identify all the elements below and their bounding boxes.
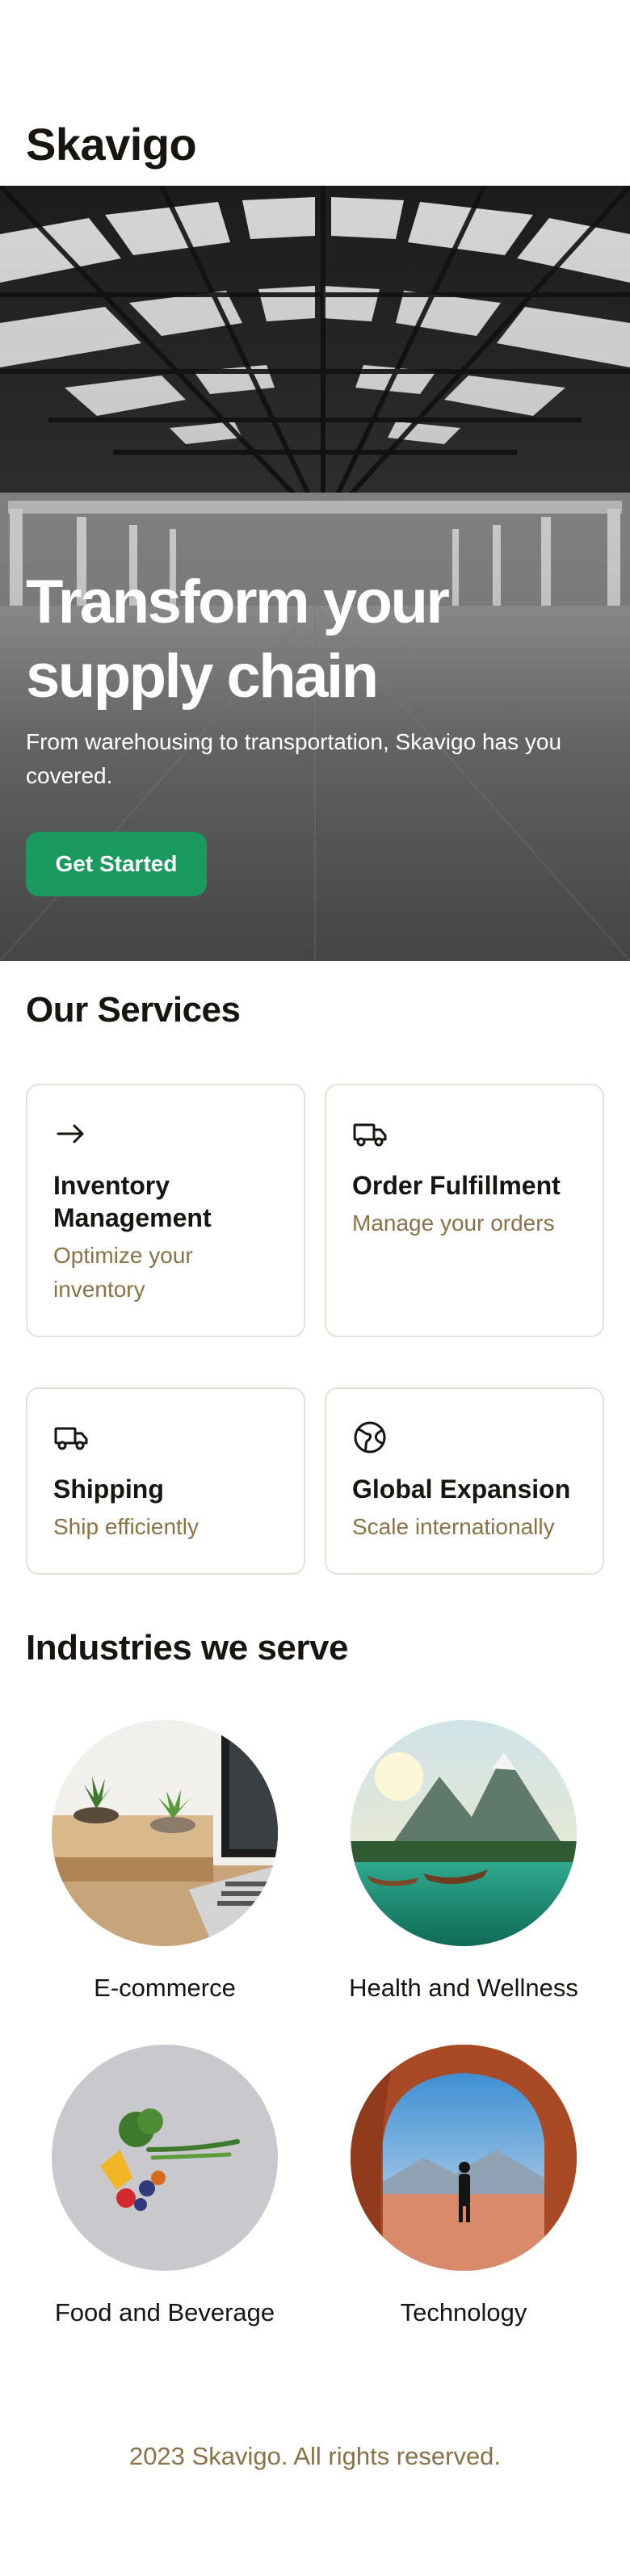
service-desc: Ship efficiently	[53, 1514, 200, 1539]
service-desc: Optimize your inventory	[53, 1243, 193, 1302]
industry-label: Technology	[400, 2298, 527, 2326]
hero-title-line-2: supply chain	[26, 642, 379, 711]
footer-copyright: 2023 Skavigo. All rights reserved.	[128, 2442, 502, 2470]
globe-icon	[354, 1421, 386, 1454]
truck-icon	[353, 1123, 387, 1147]
get-started-button[interactable]: Get Started	[26, 832, 207, 896]
hero-title: Transform your supply chain	[26, 565, 591, 714]
industries-heading: Industries we serve	[26, 1628, 348, 1668]
health-wellness-image	[351, 1720, 577, 1946]
hero-section: Transform your supply chain From warehou…	[0, 186, 630, 961]
industry-item-technology[interactable]: Technology	[318, 2045, 609, 2335]
arrow-right-icon	[57, 1124, 84, 1143]
industry-label: E-commerce	[94, 1974, 236, 2002]
brand-logo[interactable]: Skavigo	[26, 118, 197, 170]
site-header: Skavigo	[0, 0, 630, 186]
service-title: Shipping	[53, 1475, 164, 1504]
service-card-global-expansion[interactable]: Global Expansion Scale internationally	[325, 1387, 604, 1575]
service-desc: Manage your orders	[352, 1210, 555, 1236]
service-desc: Scale internationally	[352, 1514, 555, 1539]
ecommerce-image	[52, 1720, 278, 1946]
service-card-shipping[interactable]: Shipping Ship efficiently	[26, 1387, 305, 1575]
service-title: Inventory Management	[53, 1171, 212, 1232]
food-beverage-image	[52, 2045, 278, 2271]
hero-title-line-1: Transform your	[26, 568, 450, 636]
industry-label: Health and Wellness	[349, 1974, 578, 2002]
service-card-inventory[interactable]: Inventory Management Optimize your inven…	[26, 1084, 305, 1337]
industry-item-health-wellness[interactable]: Health and Wellness	[318, 1720, 609, 2011]
service-title: Order Fulfillment	[352, 1171, 561, 1200]
hero-subtitle: From warehousing to transportation, Skav…	[26, 729, 562, 788]
industry-item-ecommerce[interactable]: E-commerce	[19, 1720, 310, 2011]
services-heading: Our Services	[26, 990, 241, 1030]
truck-icon	[54, 1427, 88, 1450]
service-card-order-fulfillment[interactable]: Order Fulfillment Manage your orders	[325, 1084, 604, 1337]
industry-item-food-beverage[interactable]: Food and Beverage	[19, 2045, 310, 2335]
service-title: Global Expansion	[352, 1475, 571, 1504]
technology-image	[351, 2045, 577, 2271]
industry-label: Food and Beverage	[54, 2298, 275, 2326]
